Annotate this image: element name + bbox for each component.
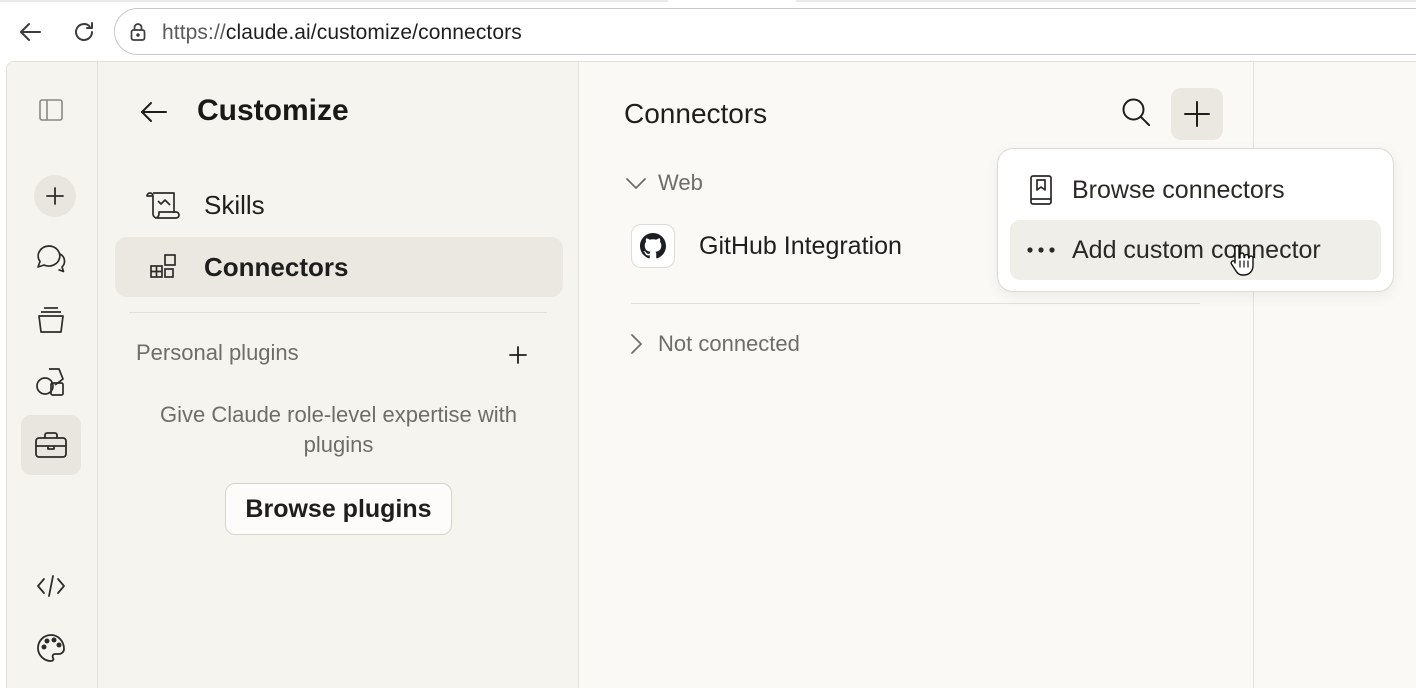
browse-plugins-button[interactable]: Browse plugins	[225, 483, 452, 535]
nav-item-label: Skills	[204, 189, 265, 220]
menu-item-label: Browse connectors	[1072, 175, 1285, 204]
search-icon	[1122, 98, 1150, 126]
search-button[interactable]	[1116, 92, 1156, 132]
connector-item-github[interactable]: GitHub Integration	[631, 224, 902, 268]
projects-button[interactable]	[21, 290, 81, 350]
section-divider	[129, 312, 547, 313]
code-icon	[37, 575, 65, 597]
arrow-left-icon	[20, 23, 41, 41]
chevron-right-icon	[624, 332, 648, 356]
nav-item-skills[interactable]: Skills	[115, 175, 563, 235]
blocks-icon	[143, 247, 183, 287]
sidebar-toggle-button[interactable]	[21, 80, 81, 140]
group-not-connected[interactable]: Not connected	[624, 331, 800, 357]
code-button[interactable]	[21, 556, 81, 616]
back-button[interactable]	[12, 14, 48, 50]
connectors-title: Connectors	[624, 98, 768, 129]
reload-icon	[75, 22, 93, 41]
shapes-icon	[36, 368, 64, 396]
tab-strip-edge	[0, 0, 1416, 2]
chevron-down-icon	[624, 171, 648, 195]
hand-cursor-icon	[1229, 243, 1257, 277]
arrow-left-icon	[141, 102, 167, 122]
artifacts-button[interactable]	[21, 352, 81, 412]
chat-bubbles-icon	[37, 245, 66, 273]
url-text: https://claude.ai/customize/connectors	[162, 21, 522, 45]
book-icon	[1024, 173, 1058, 207]
plus-icon	[509, 346, 527, 364]
group-web[interactable]: Web	[624, 170, 703, 196]
active-tab-gap	[668, 0, 796, 2]
url-host-path: claude.ai/customize/connectors	[225, 21, 522, 44]
address-bar[interactable]: https://claude.ai/customize/connectors	[114, 8, 1416, 55]
left-rail	[7, 62, 98, 688]
menu-item-label: Add custom connector	[1072, 235, 1321, 264]
scroll-icon	[143, 185, 183, 225]
customize-panel: Customize Skills Connectors Personal plu…	[98, 62, 579, 688]
add-plugin-button[interactable]	[503, 340, 533, 370]
connector-name: GitHub Integration	[699, 231, 902, 260]
group-label: Not connected	[658, 331, 800, 356]
lock-icon[interactable]	[129, 22, 147, 42]
new-chat-button[interactable]	[34, 175, 76, 217]
plus-icon	[1184, 101, 1210, 127]
group-divider	[631, 303, 1200, 304]
page-title: Customize	[197, 94, 349, 127]
menu-item-add-custom-connector[interactable]: Add custom connector	[1010, 220, 1381, 280]
browser-toolbar: https://claude.ai/customize/connectors	[0, 0, 1416, 62]
back-button-customize[interactable]	[134, 92, 174, 132]
add-connector-button[interactable]	[1171, 88, 1223, 140]
add-connector-menu: Browse connectors Add custom connector	[997, 148, 1394, 292]
group-label: Web	[658, 170, 703, 195]
plus-icon	[46, 187, 64, 205]
stack-icon	[38, 307, 64, 333]
chats-button[interactable]	[21, 228, 81, 288]
nav-item-label: Connectors	[204, 251, 349, 282]
plugins-heading: Personal plugins	[136, 340, 299, 365]
palette-icon	[37, 634, 65, 662]
more-dots-icon	[1024, 233, 1058, 267]
menu-item-browse-connectors[interactable]: Browse connectors	[1010, 160, 1381, 220]
customize-button[interactable]	[21, 415, 81, 475]
nav-item-connectors[interactable]: Connectors	[115, 237, 563, 297]
url-scheme: https://	[162, 21, 226, 44]
briefcase-icon	[35, 432, 67, 458]
reload-button[interactable]	[66, 14, 102, 50]
plugins-description: Give Claude role-level expertise with pl…	[159, 402, 518, 457]
github-icon	[631, 224, 675, 268]
sidebar-toggle-icon	[39, 99, 63, 121]
theme-button[interactable]	[21, 618, 81, 678]
